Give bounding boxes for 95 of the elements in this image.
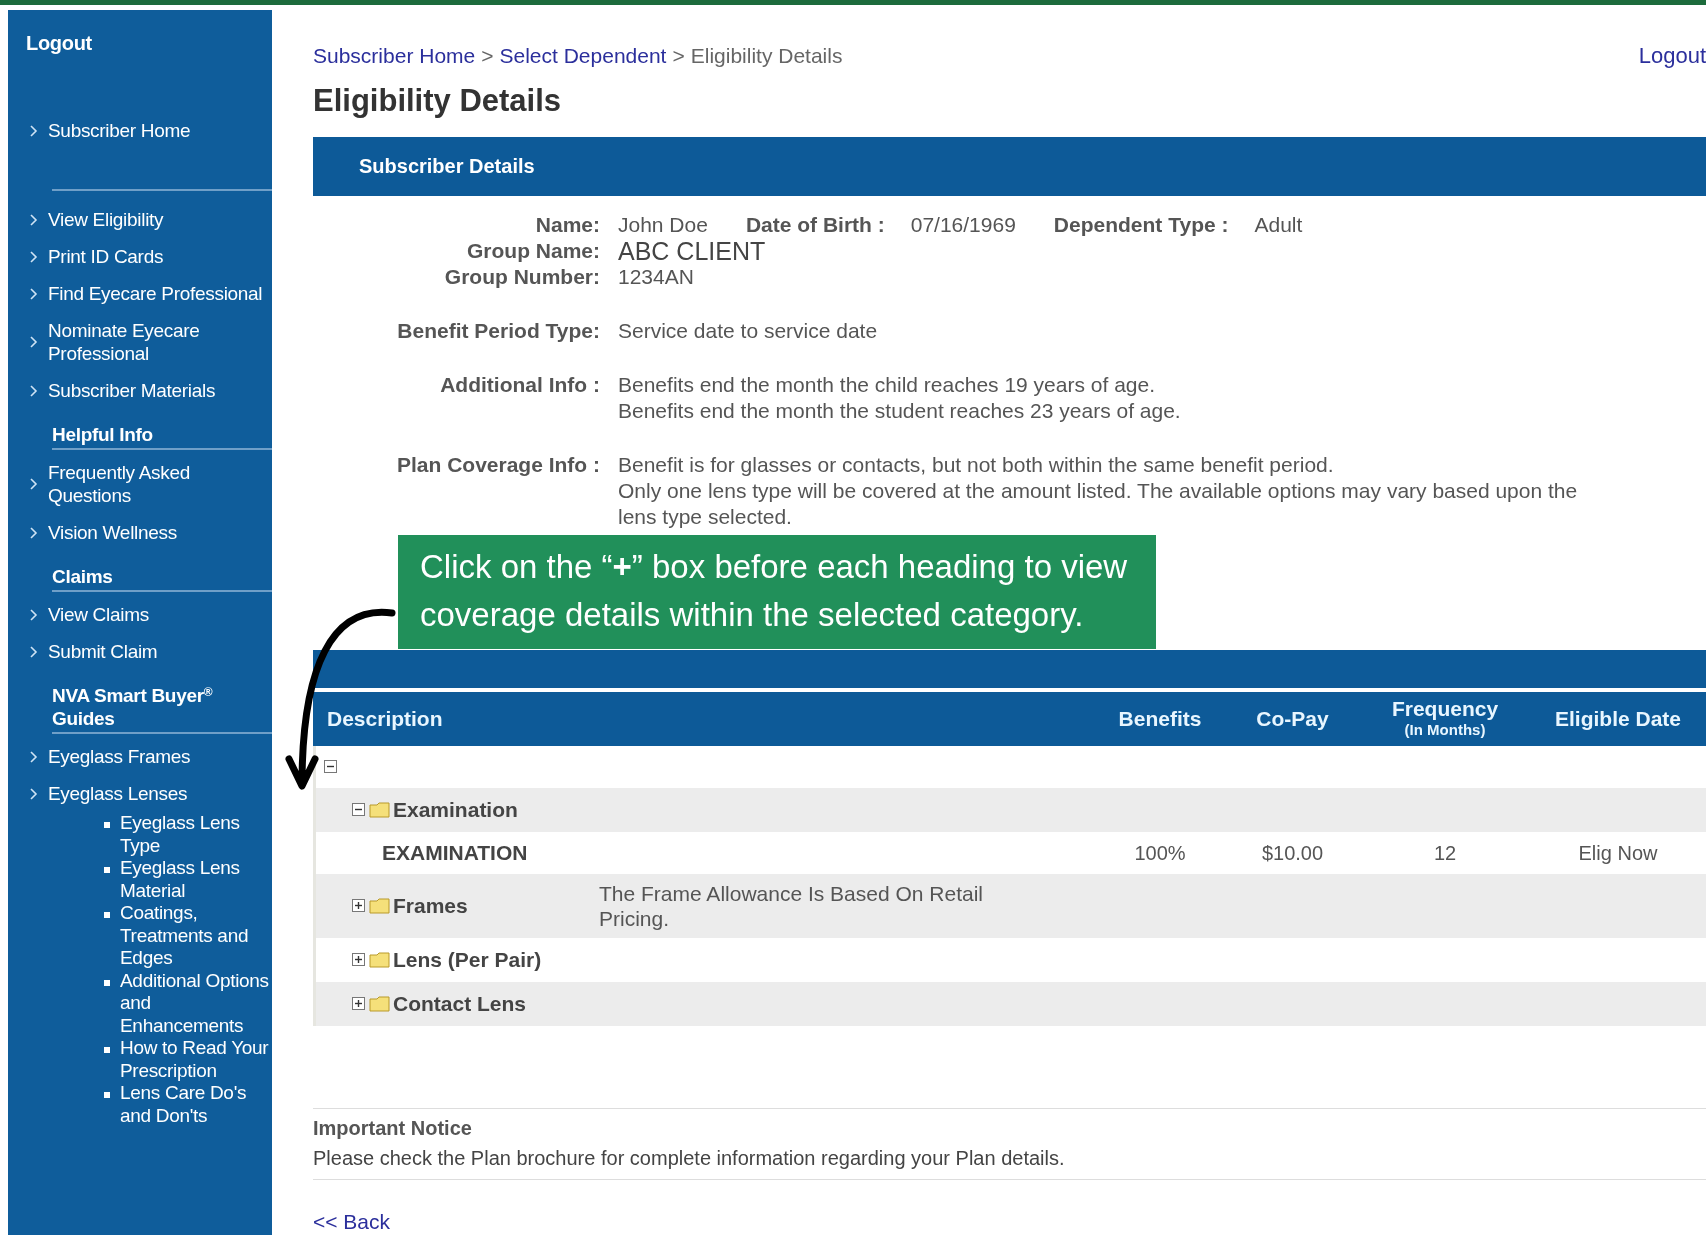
sidebar-sublink[interactable]: Additional Options and Enhancements <box>8 969 272 1037</box>
folder-icon <box>369 951 391 968</box>
field-label: Plan Coverage Info : <box>395 451 600 478</box>
notice-title: Important Notice <box>313 1115 473 1141</box>
collapse-icon[interactable] <box>324 760 337 773</box>
tree-item[interactable]: Frames <box>393 889 599 922</box>
chevron-icon <box>30 124 38 137</box>
table-cell: Elig Now <box>1578 841 1658 864</box>
field-value: lens type selected. <box>618 503 793 530</box>
breadcrumb-link[interactable]: Subscriber Home <box>313 39 476 72</box>
column-header: Eligible Date <box>1555 707 1681 730</box>
sidebar-sublink[interactable]: Eyeglass Lens Type <box>8 812 272 857</box>
sidebar-link[interactable]: Print ID Cards <box>8 238 272 275</box>
tree-item[interactable]: Examination <box>393 793 518 826</box>
field-value: Service date to service date <box>618 317 878 344</box>
folder-icon <box>369 995 391 1012</box>
tree-item[interactable]: EXAMINATION <box>382 836 528 869</box>
sidebar-heading: NVA Smart Buyer$^{®}$ Guides <box>52 684 272 734</box>
table-cell: $10.00 <box>1261 841 1324 864</box>
breadcrumb-link[interactable]: Select Dependent <box>499 39 667 72</box>
column-header: Co-Pay <box>1256 707 1329 730</box>
chevron-icon <box>30 608 38 621</box>
chevron-icon <box>30 750 38 763</box>
expand-icon[interactable] <box>352 899 365 912</box>
field-value: 07/16/1969 <box>910 211 1016 238</box>
breadcrumb-current: Eligibility Details <box>690 42 843 69</box>
notice-text: Please check the Plan brochure for complete information regarding your Plan details. <box>313 1145 1066 1171</box>
field-label: Group Number: <box>443 263 600 290</box>
tree-item[interactable]: Contact Lens <box>393 987 526 1020</box>
sidebar-link[interactable]: View Claims <box>8 596 272 633</box>
expand-icon[interactable] <box>352 953 365 966</box>
field-value: 1234AN <box>618 263 694 290</box>
sidebar-link[interactable]: Frequently Asked Questions <box>8 454 272 514</box>
field-label: Date of Birth : <box>745 211 885 238</box>
sidebar-link[interactable]: Submit Claim <box>8 633 272 670</box>
section-header: Subscriber Details <box>313 136 1706 196</box>
sidebar-heading: Helpful Info <box>52 423 272 450</box>
field-label: Dependent Type : <box>1053 211 1229 238</box>
chevron-icon <box>30 213 38 226</box>
field-value: John Doe <box>618 211 708 238</box>
breadcrumb-separator: > <box>672 42 685 69</box>
field-value: ABC CLIENT <box>618 237 766 264</box>
field-value: Only one lens type will be covered at the amount listed. The available options may vary based upon the <box>618 477 1578 504</box>
sidebar-link[interactable]: Find Eyecare Professional <box>8 275 272 312</box>
field-value: Benefit is for glasses or contacts, but not both within the same benefit period. <box>618 451 1335 478</box>
field-value: Benefits end the month the child reaches 19 years of age. <box>618 371 1156 398</box>
field-label: Group Name: <box>466 237 600 264</box>
breadcrumb-separator: > <box>481 42 494 69</box>
sidebar-link[interactable]: View Eligibility <box>8 201 272 238</box>
sidebar-sublink[interactable]: Coatings, Treatments and Edges <box>8 902 272 970</box>
chevron-icon <box>30 287 38 300</box>
table-cell: 100% <box>1134 841 1186 864</box>
sidebar-sublink[interactable]: Eyeglass Lens Material <box>8 857 272 902</box>
chevron-icon <box>30 250 38 263</box>
bullet-icon <box>104 912 110 918</box>
sidebar-link[interactable]: Nominate Eyecare Professional <box>8 312 272 372</box>
folder-icon <box>369 801 391 818</box>
column-header: Description <box>327 707 443 730</box>
field-label: Name: <box>534 211 600 238</box>
sidebar-heading: Claims <box>52 565 272 592</box>
page-title: Eligibility Details <box>313 82 563 120</box>
sidebar-link[interactable]: Subscriber Materials <box>8 372 272 409</box>
folder-icon <box>369 897 391 914</box>
chevron-icon <box>30 478 38 490</box>
bullet-icon <box>104 979 110 986</box>
chevron-icon <box>30 787 38 800</box>
sidebar-link[interactable]: Eyeglass Frames <box>8 738 272 775</box>
field-value: Adult <box>1254 211 1303 238</box>
bullet-icon <box>104 867 110 873</box>
chevron-icon <box>30 645 38 658</box>
logout-link[interactable]: Logout <box>26 28 92 58</box>
chevron-icon <box>30 526 38 539</box>
tree-item[interactable]: Lens (Per Pair) <box>393 943 542 976</box>
field-value: Benefits end the month the student reaches 23 years of age. <box>618 397 1181 424</box>
column-header: Frequency (In Months) <box>1390 696 1500 740</box>
bullet-icon <box>104 1092 110 1098</box>
sidebar-link[interactable]: Subscriber Home <box>8 112 272 149</box>
callout-box: Click on the “+” box before each heading to view coverage details within the selected category. <box>398 535 1156 649</box>
chevron-icon <box>30 384 38 397</box>
sidebar-link[interactable]: Vision Wellness <box>8 514 272 551</box>
column-header: Benefits <box>1118 707 1202 730</box>
coverage-note: The Frame Allowance Is Based On Retail Pricing. <box>599 880 984 931</box>
collapse-icon[interactable] <box>352 803 365 816</box>
expand-icon[interactable] <box>352 997 365 1010</box>
logout-link[interactable]: Logout <box>1638 39 1706 72</box>
chevron-icon <box>30 336 38 348</box>
bullet-icon <box>104 822 110 828</box>
table-cell: 12 <box>1433 841 1457 864</box>
back-link[interactable]: << Back <box>313 1205 391 1235</box>
sidebar-sublink[interactable]: How to Read Your Prescription <box>8 1037 272 1082</box>
bullet-icon <box>104 1047 110 1053</box>
field-label: Benefit Period Type: <box>396 317 600 344</box>
field-label: Additional Info : <box>439 371 600 398</box>
sidebar-link[interactable]: Eyeglass Lenses <box>8 775 272 812</box>
sidebar-sublink[interactable]: Lens Care Do's and Don'ts <box>8 1082 272 1127</box>
